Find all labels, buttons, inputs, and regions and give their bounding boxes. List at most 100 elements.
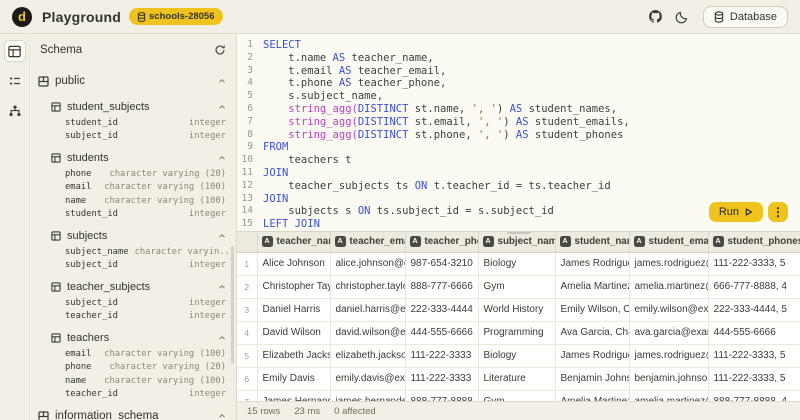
table-cell[interactable]: Biology [478, 344, 555, 367]
table-node[interactable]: subjects [38, 227, 228, 245]
table-cell[interactable]: World History [478, 298, 555, 321]
table-cell[interactable]: 444-555-6666 [405, 321, 478, 344]
row-number-header[interactable] [237, 232, 257, 252]
dark-mode-moon-icon[interactable] [669, 4, 695, 30]
column-node[interactable]: teacher_idinteger [38, 310, 228, 324]
column-node[interactable]: namecharacter varying (100) [38, 194, 228, 208]
table-cell[interactable]: Alice Johnson [257, 252, 330, 275]
schema-node[interactable]: public [38, 70, 228, 92]
table-cell[interactable]: amelia.martinez@e [629, 275, 708, 298]
table-cell[interactable]: 222-333-4444 [405, 298, 478, 321]
table-node[interactable]: teacher_subjects [38, 278, 228, 296]
column-header[interactable]: Astudent_name [555, 232, 629, 252]
code-line[interactable]: 11JOIN [237, 167, 800, 180]
chevron-up-icon[interactable] [218, 154, 228, 162]
row-number[interactable]: 2 [237, 275, 257, 298]
chevron-up-icon[interactable] [218, 103, 228, 111]
row-number[interactable]: 3 [237, 298, 257, 321]
column-header[interactable]: Astudent_phones [708, 232, 800, 252]
chevron-up-icon[interactable] [218, 283, 228, 291]
sidebar-scrollbar[interactable] [231, 246, 234, 364]
erd-diagram-tab[interactable] [4, 100, 26, 122]
table-cell[interactable]: 111-222-3333, 5 [708, 344, 800, 367]
table-cell[interactable]: 666-777-8888, 4 [708, 275, 800, 298]
sql-editor[interactable]: 1SELECT2 t.name AS teacher_name,3 t.emai… [237, 34, 800, 231]
table-cell[interactable]: ava.garcia@examp [629, 321, 708, 344]
code-line[interactable]: 6 string_agg(DISTINCT st.name, ', ') AS … [237, 103, 800, 116]
table-cell[interactable]: Biology [478, 252, 555, 275]
table-cell[interactable]: emily.wilson@exam [629, 298, 708, 321]
column-node[interactable]: namecharacter varying (100) [38, 374, 228, 388]
column-header[interactable]: Ateacher_phone [405, 232, 478, 252]
table-cell[interactable]: james.rodriguez@e [629, 344, 708, 367]
table-cell[interactable]: christopher.taylor@ [330, 275, 405, 298]
table-cell[interactable]: 111-222-3333, 5 [708, 252, 800, 275]
code-line[interactable]: 1SELECT [237, 39, 800, 52]
table-cell[interactable]: james.rodriguez@e [629, 252, 708, 275]
chevron-up-icon[interactable] [218, 334, 228, 342]
table-cell[interactable]: Elizabeth Jackson [257, 344, 330, 367]
row-number[interactable]: 1 [237, 252, 257, 275]
column-node[interactable]: phonecharacter varying (20) [38, 361, 228, 375]
table-cell[interactable]: 888-777-8888 [405, 390, 478, 401]
table-cell[interactable]: benjamin.johnson@ [629, 367, 708, 390]
table-cell[interactable]: Daniel Harris [257, 298, 330, 321]
code-line[interactable]: 4 t.phone AS teacher_phone, [237, 77, 800, 90]
column-node[interactable]: subject_idinteger [38, 296, 228, 310]
column-node[interactable]: teacher_idinteger [38, 388, 228, 402]
table-cell[interactable]: James Hernandez [257, 390, 330, 401]
table-node[interactable]: student_subjects [38, 98, 228, 116]
table-cell[interactable]: 888-777-8888, 4 [708, 390, 800, 401]
queries-list-tab[interactable] [4, 70, 26, 92]
code-line[interactable]: 12 teacher_subjects ts ON t.teacher_id =… [237, 180, 800, 193]
column-node[interactable]: phonecharacter varying (20) [38, 167, 228, 181]
code-line[interactable]: 8 string_agg(DISTINCT st.phone, ', ') AS… [237, 129, 800, 142]
table-cell[interactable]: alice.johnson@exa [330, 252, 405, 275]
table-cell[interactable]: James Rodriguez, M [555, 344, 629, 367]
column-node[interactable]: emailcharacter varying (100) [38, 181, 228, 195]
column-header[interactable]: Asubject_name [478, 232, 555, 252]
schema-node[interactable]: information_schema [38, 405, 228, 420]
table-cell[interactable]: james.hernandez@ [330, 390, 405, 401]
table-cell[interactable]: Amelia Martinez, Is [555, 390, 629, 401]
table-cell[interactable]: Emily Wilson, Olivia [555, 298, 629, 321]
row-number[interactable]: 7 [237, 390, 257, 401]
table-cell[interactable]: Literature [478, 367, 555, 390]
column-node[interactable]: subject_idinteger [38, 259, 228, 273]
table-cell[interactable]: Benjamin Johnson, [555, 367, 629, 390]
github-icon[interactable] [643, 4, 669, 30]
chevron-up-icon[interactable] [218, 412, 228, 420]
column-node[interactable]: student_idinteger [38, 116, 228, 130]
table-cell[interactable]: Gym [478, 275, 555, 298]
table-cell[interactable]: emily.davis@examp [330, 367, 405, 390]
column-header[interactable]: Astudent_email [629, 232, 708, 252]
panel-resize-handle[interactable] [507, 231, 531, 234]
row-number[interactable]: 6 [237, 367, 257, 390]
table-cell[interactable]: 888-777-6666 [405, 275, 478, 298]
column-header[interactable]: Ateacher_email [330, 232, 405, 252]
column-node[interactable]: student_idinteger [38, 208, 228, 222]
chevron-up-icon[interactable] [218, 232, 228, 240]
table-cell[interactable]: David Wilson [257, 321, 330, 344]
table-cell[interactable]: amelia.martinez@e [629, 390, 708, 401]
table-cell[interactable]: 987-654-3210 [405, 252, 478, 275]
code-line[interactable]: 7 string_agg(DISTINCT st.email, ', ') AS… [237, 116, 800, 129]
table-cell[interactable]: Ava Garcia, Charlot [555, 321, 629, 344]
column-header[interactable]: Ateacher_name [257, 232, 330, 252]
database-button[interactable]: Database [703, 6, 788, 28]
table-cell[interactable]: 111-222-3333 [405, 344, 478, 367]
table-cell[interactable]: 111-222-3333 [405, 367, 478, 390]
refresh-schema-icon[interactable] [214, 44, 226, 56]
table-cell[interactable]: Gym [478, 390, 555, 401]
table-cell[interactable]: daniel.harris@exam [330, 298, 405, 321]
row-number[interactable]: 5 [237, 344, 257, 367]
table-cell[interactable]: 222-333-4444, 5 [708, 298, 800, 321]
chevron-up-icon[interactable] [218, 77, 228, 85]
table-cell[interactable]: elizabeth.jackson@ [330, 344, 405, 367]
code-line[interactable]: 10 teachers t [237, 154, 800, 167]
table-cell[interactable]: Programming [478, 321, 555, 344]
table-cell[interactable]: James Rodriguez, M [555, 252, 629, 275]
run-options-kebab-button[interactable]: ⋮ [768, 202, 788, 222]
table-node[interactable]: teachers [38, 329, 228, 347]
code-line[interactable]: 2 t.name AS teacher_name, [237, 52, 800, 65]
